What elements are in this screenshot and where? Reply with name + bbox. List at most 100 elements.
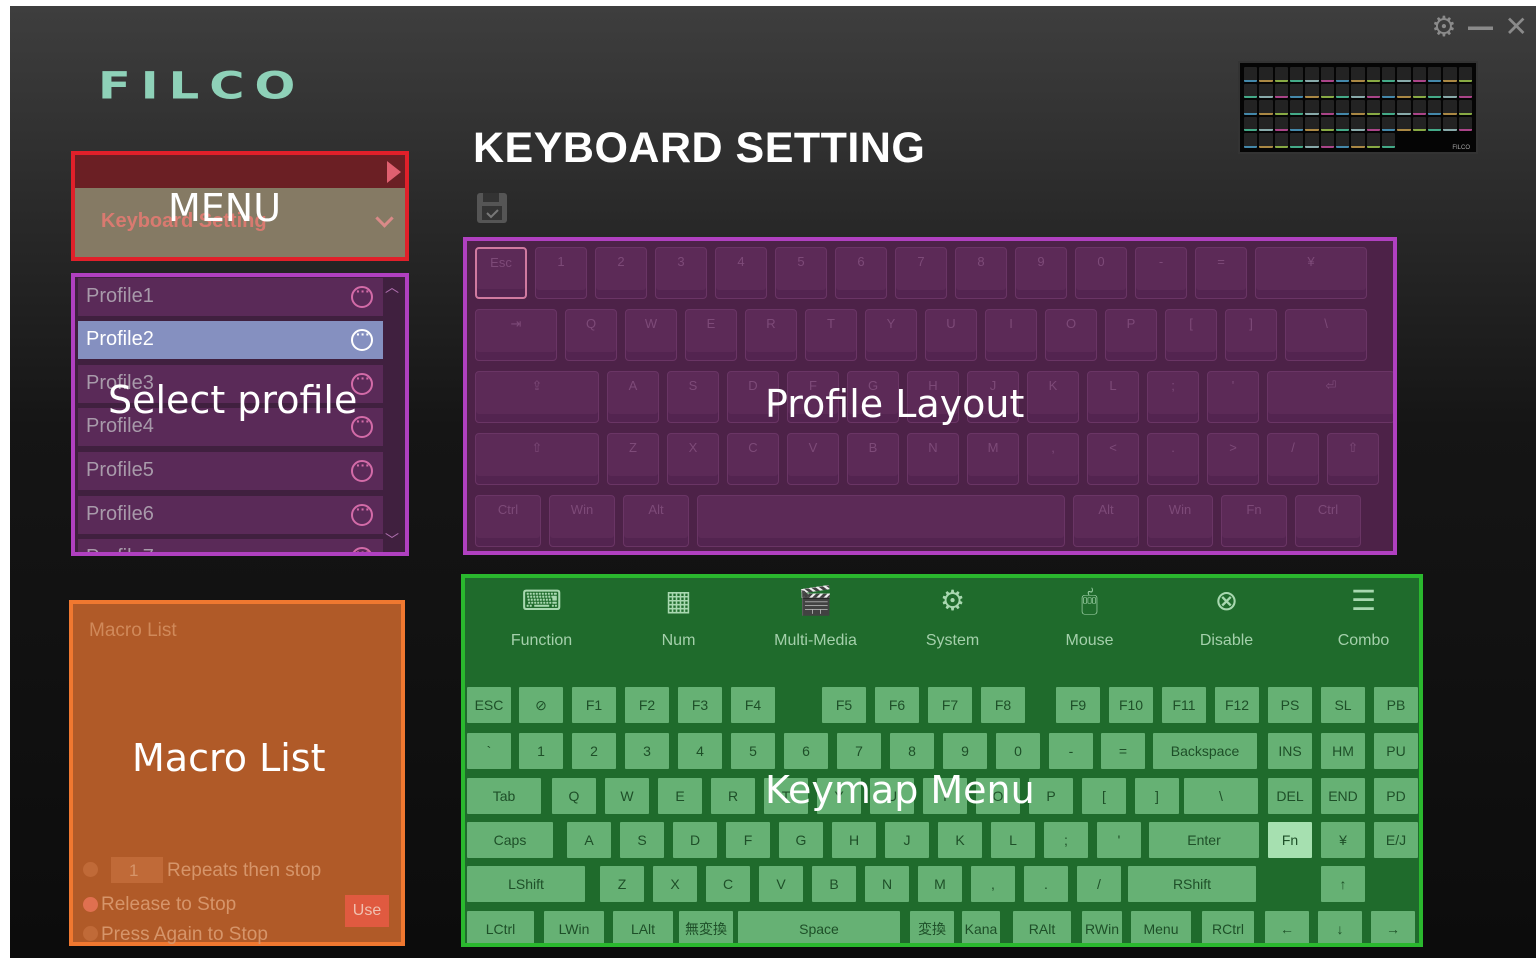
layout-key[interactable]: . (1147, 433, 1199, 485)
keymap-key[interactable]: LShift (467, 866, 585, 902)
layout-key[interactable]: Ctrl (475, 495, 541, 547)
layout-key[interactable]: 7 (895, 247, 947, 299)
keymap-key[interactable]: RShift (1128, 866, 1256, 902)
more-options-icon[interactable] (351, 501, 373, 526)
press-again-radio[interactable] (83, 926, 98, 941)
keymap-key[interactable]: F11 (1162, 687, 1206, 723)
keymap-key[interactable]: F2 (625, 687, 669, 723)
keymap-key[interactable]: R (711, 778, 755, 814)
keymap-key[interactable]: ↑ (1321, 866, 1365, 902)
keymap-key[interactable]: , (971, 866, 1015, 902)
keymap-key[interactable]: → (1371, 911, 1415, 943)
layout-key[interactable]: W (625, 309, 677, 361)
layout-key[interactable]: M (967, 433, 1019, 485)
keymap-key[interactable]: 8 (890, 733, 934, 769)
keymap-key[interactable]: Menu (1131, 911, 1191, 943)
keymap-key[interactable]: LWin (544, 911, 604, 943)
keymap-key[interactable]: Q (552, 778, 596, 814)
keymap-key[interactable]: N (865, 866, 909, 902)
keymap-key[interactable]: Caps (467, 822, 553, 858)
layout-key[interactable]: ⇧ (1327, 433, 1379, 485)
save-icon[interactable] (476, 190, 508, 224)
layout-key[interactable]: Q (565, 309, 617, 361)
layout-key[interactable]: Win (549, 495, 615, 547)
keymap-key[interactable]: E (658, 778, 702, 814)
keymap-key[interactable]: HM (1321, 733, 1365, 769)
layout-key[interactable]: ⇧ (475, 433, 599, 485)
layout-key[interactable]: ⇥ (475, 309, 557, 361)
layout-key[interactable]: O (1045, 309, 1097, 361)
keymap-key[interactable]: PS (1268, 687, 1312, 723)
keymap-key[interactable]: K (938, 822, 982, 858)
layout-key[interactable]: ; (1147, 371, 1199, 423)
keymap-key[interactable]: END (1321, 778, 1365, 814)
layout-key[interactable]: 1 (535, 247, 587, 299)
layout-key[interactable]: A (607, 371, 659, 423)
keymap-key[interactable]: F5 (822, 687, 866, 723)
keymap-key[interactable]: PU (1374, 733, 1418, 769)
scroll-up-icon[interactable]: ︿ (385, 277, 399, 297)
layout-key[interactable]: ] (1225, 309, 1277, 361)
repeat-radio[interactable] (83, 862, 98, 877)
keymap-key[interactable]: DEL (1268, 778, 1312, 814)
keymap-key[interactable]: / (1077, 866, 1121, 902)
profile-item[interactable]: Profile7 (78, 539, 383, 552)
layout-key[interactable]: V (787, 433, 839, 485)
layout-key[interactable]: Fn (1221, 495, 1287, 547)
keymap-key[interactable]: 2 (572, 733, 616, 769)
keymap-key[interactable]: F6 (875, 687, 919, 723)
layout-key[interactable]: Win (1147, 495, 1213, 547)
release-radio[interactable] (83, 897, 98, 912)
keymap-key[interactable]: S (620, 822, 664, 858)
menu-expand-arrow-icon[interactable] (387, 161, 401, 183)
keymap-key[interactable]: INS (1268, 733, 1312, 769)
keymap-key[interactable]: ] (1135, 778, 1179, 814)
profile-item[interactable]: Profile5 (78, 452, 383, 490)
keymap-key[interactable]: L (991, 822, 1035, 858)
layout-key[interactable]: T (805, 309, 857, 361)
layout-key[interactable]: X (667, 433, 719, 485)
keymap-key[interactable]: 変換 (910, 911, 954, 943)
keymap-key[interactable]: C (706, 866, 750, 902)
keymap-key[interactable]: - (1049, 733, 1093, 769)
layout-key[interactable]: E (685, 309, 737, 361)
layout-key[interactable]: Esc (475, 247, 527, 299)
layout-key[interactable]: I (985, 309, 1037, 361)
keymap-key[interactable]: LCtrl (467, 911, 534, 943)
keymap-key[interactable]: RAlt (1013, 911, 1071, 943)
layout-key[interactable]: L (1087, 371, 1139, 423)
layout-key[interactable]: 9 (1015, 247, 1067, 299)
more-options-icon[interactable] (351, 326, 373, 351)
profile-item[interactable]: Profile1 (78, 278, 383, 316)
layout-key[interactable] (697, 495, 1065, 547)
layout-key[interactable]: [ (1165, 309, 1217, 361)
more-options-icon[interactable] (351, 544, 373, 552)
layout-key[interactable]: 8 (955, 247, 1007, 299)
keymap-key[interactable]: M (918, 866, 962, 902)
layout-key[interactable]: - (1135, 247, 1187, 299)
keymap-key[interactable]: ↓ (1318, 911, 1362, 943)
keymap-key[interactable]: F7 (928, 687, 972, 723)
keymap-key[interactable]: Enter (1149, 822, 1259, 858)
layout-key[interactable]: R (745, 309, 797, 361)
keymap-key[interactable]: ` (467, 733, 511, 769)
layout-key[interactable]: Z (607, 433, 659, 485)
keymap-key[interactable]: J (885, 822, 929, 858)
keymap-key[interactable]: RWin (1082, 911, 1122, 943)
keymap-key[interactable]: ; (1044, 822, 1088, 858)
layout-key[interactable]: < (1087, 433, 1139, 485)
layout-key[interactable]: Y (865, 309, 917, 361)
category-num[interactable]: ▦ Num (610, 584, 747, 664)
keymap-key[interactable]: = (1101, 733, 1145, 769)
keymap-key[interactable]: F1 (572, 687, 616, 723)
keymap-key[interactable]: PB (1374, 687, 1418, 723)
category-multi-media[interactable]: 🎬 Multi-Media (747, 584, 884, 664)
more-options-icon[interactable] (351, 457, 373, 482)
keymap-key[interactable]: Z (600, 866, 644, 902)
keymap-key[interactable]: Backspace (1153, 733, 1257, 769)
settings-gear-icon[interactable]: ⚙ (1431, 12, 1456, 42)
layout-key[interactable]: 2 (595, 247, 647, 299)
keymap-key[interactable]: F10 (1109, 687, 1153, 723)
layout-key[interactable]: N (907, 433, 959, 485)
layout-key[interactable]: / (1267, 433, 1319, 485)
